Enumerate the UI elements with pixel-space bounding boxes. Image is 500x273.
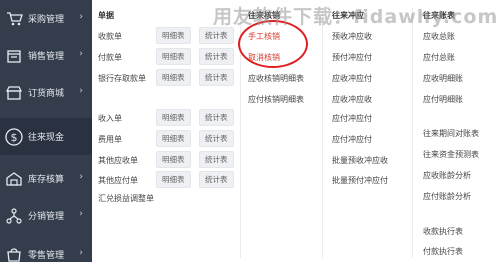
sales-icon	[3, 45, 25, 67]
menu-panel: 单据 收款单 明细表 统计表 付款单 明细表 统计表 银行存取款单 明细表 统计…	[92, 0, 500, 262]
chevron-right-icon: ›	[79, 248, 83, 258]
payment-detail-button[interactable]: 明细表	[156, 48, 191, 65]
report-link[interactable]: 应付明细账	[423, 94, 463, 105]
report-link[interactable]: 应收明细账	[423, 73, 463, 84]
receivable-writeoff-detail-link[interactable]: 应收核销明细表	[248, 73, 304, 84]
offset-link[interactable]: 应收冲应收	[332, 94, 372, 105]
column-divider	[322, 8, 323, 258]
sidebar-item-label: 往来现金	[28, 133, 65, 143]
batch-offset-link[interactable]: 批量预付冲应付	[332, 175, 388, 186]
payment-link[interactable]: 付款单	[98, 52, 122, 63]
sidebar-item-label: 零售管理	[28, 251, 65, 261]
report-link[interactable]: 应付账龄分析	[423, 191, 471, 202]
store-icon	[3, 82, 25, 104]
sidebar-item-label: 库存核算	[28, 175, 65, 185]
other-receivable-summary-button[interactable]: 统计表	[199, 151, 234, 168]
watermark: 用友软件下载：fidawhy.com	[213, 6, 499, 28]
shopping-cart-icon	[3, 8, 25, 30]
sidebar-item-label: 分销管理	[28, 212, 65, 222]
report-link[interactable]: 往来资金预测表	[423, 149, 479, 160]
sidebar-item-inventory[interactable]: 库存核算 ›	[0, 160, 92, 197]
dollar-icon: $	[3, 126, 25, 148]
sidebar-item-label: 采购管理	[28, 15, 65, 25]
chevron-right-icon: ›	[79, 49, 83, 59]
chevron-right-icon: ›	[79, 209, 83, 219]
sidebar-item-retail[interactable]: 零售管理 ›	[0, 236, 92, 273]
sidebar-item-purchase[interactable]: 采购管理 ›	[0, 0, 92, 37]
other-payable-summary-button[interactable]: 统计表	[199, 171, 234, 188]
retail-icon	[3, 244, 25, 266]
offset-link[interactable]: 应付冲应付	[332, 113, 372, 124]
expense-link[interactable]: 费用单	[98, 134, 122, 145]
exchange-adjustment-link[interactable]: 汇兑损益调整单	[98, 193, 154, 204]
payment-summary-button[interactable]: 统计表	[199, 48, 234, 65]
bank-deposit-link[interactable]: 银行存取款单	[98, 73, 146, 84]
offset-link[interactable]: 预付冲应付	[332, 52, 372, 63]
sidebar-item-label: 销售管理	[28, 52, 65, 62]
distribution-icon	[3, 205, 25, 227]
column-divider	[412, 8, 413, 258]
report-link[interactable]: 往来期间对账表	[423, 128, 479, 139]
payable-writeoff-detail-link[interactable]: 应付核销明细表	[248, 94, 304, 105]
expense-detail-button[interactable]: 明细表	[156, 130, 191, 147]
sidebar: 采购管理 › 销售管理 › 订货商城 › $ 往来现金 库存核算 › 分销管理 …	[0, 0, 92, 262]
income-link[interactable]: 收入单	[98, 113, 122, 124]
chevron-right-icon: ›	[79, 172, 83, 182]
offset-link[interactable]: 应收冲应付	[332, 73, 372, 84]
receipt-detail-button[interactable]: 明细表	[156, 27, 191, 44]
receipt-summary-button[interactable]: 统计表	[199, 27, 234, 44]
bank-deposit-detail-button[interactable]: 明细表	[156, 69, 191, 86]
income-detail-button[interactable]: 明细表	[156, 109, 191, 126]
report-link[interactable]: 付款执行表	[423, 246, 463, 257]
batch-offset-link[interactable]: 批量预收冲应收	[332, 155, 388, 166]
sidebar-item-distribution[interactable]: 分销管理 ›	[0, 197, 92, 234]
sidebar-item-store[interactable]: 订货商城 ›	[0, 74, 92, 111]
offset-link[interactable]: 预收冲应收	[332, 31, 372, 42]
report-link[interactable]: 收款执行表	[423, 226, 463, 237]
svg-text:$: $	[11, 131, 18, 144]
other-payable-detail-button[interactable]: 明细表	[156, 171, 191, 188]
expense-summary-button[interactable]: 统计表	[199, 130, 234, 147]
sidebar-item-sales[interactable]: 销售管理 ›	[0, 37, 92, 74]
report-link[interactable]: 应收总账	[423, 31, 455, 42]
receipt-link[interactable]: 收款单	[98, 31, 122, 42]
other-payable-link[interactable]: 其他应付单	[98, 175, 138, 186]
sidebar-item-label: 订货商城	[28, 89, 65, 99]
chevron-right-icon: ›	[79, 12, 83, 22]
report-link[interactable]: 应收账龄分析	[423, 170, 471, 181]
chevron-right-icon: ›	[79, 86, 83, 96]
offset-link[interactable]: 应付冲应付	[332, 134, 372, 145]
bank-deposit-summary-button[interactable]: 统计表	[199, 69, 234, 86]
other-receivable-link[interactable]: 其他应收单	[98, 155, 138, 166]
warehouse-icon	[3, 168, 25, 190]
column-title-documents: 单据	[98, 11, 114, 20]
report-link[interactable]: 应付总账	[423, 52, 455, 63]
other-receivable-detail-button[interactable]: 明细表	[156, 151, 191, 168]
sidebar-item-cash[interactable]: $ 往来现金	[0, 118, 92, 155]
income-summary-button[interactable]: 统计表	[199, 109, 234, 126]
